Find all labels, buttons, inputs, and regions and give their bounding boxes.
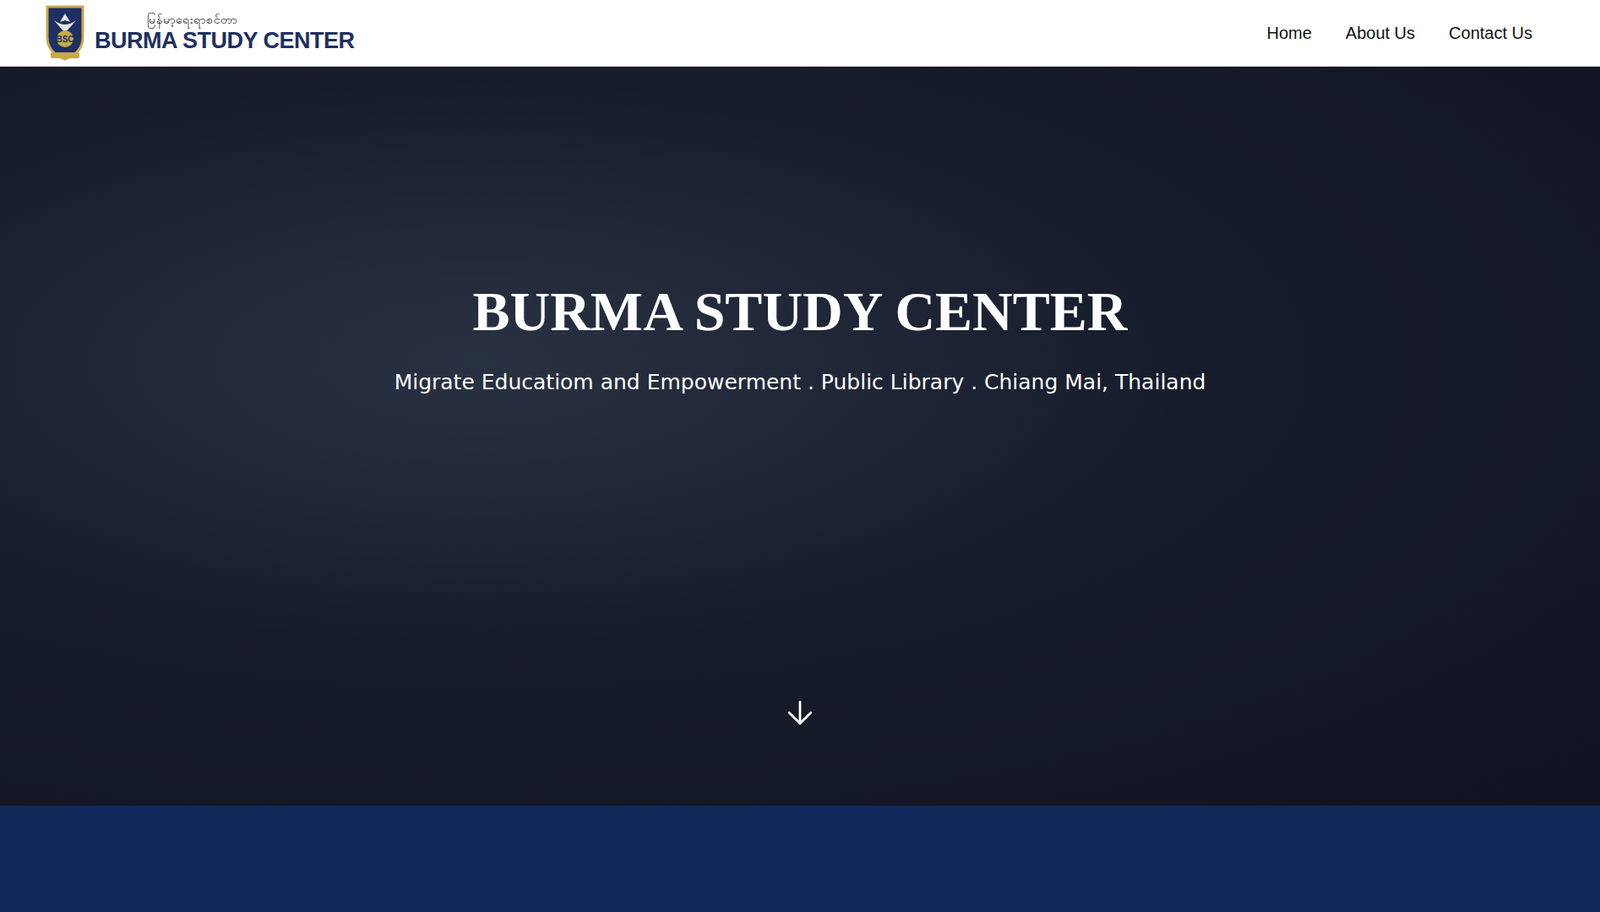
logo-text: မြန်မာ့ရေးရာစင်တာBURMA STUDY CENTER: [94, 11, 355, 55]
site-header: BSC မြန်မာ့ရေးရာစင်တာBURMA STUDY CENTER Ho…: [0, 0, 1600, 67]
nav-link[interactable]: Contact Us: [1448, 23, 1533, 44]
navy-section: [0, 805, 1600, 912]
nav-link[interactable]: About Us: [1345, 23, 1415, 44]
logo-native-name: မြန်မာ့ရေးရာစင်တာ: [146, 11, 238, 28]
scroll-down-button[interactable]: [781, 694, 819, 732]
hero-banner: BURMA STUDY CENTER Migrate Educatiom and …: [0, 66, 1600, 806]
arrow-down-icon: [781, 694, 819, 732]
svg-text:BSC: BSC: [55, 34, 74, 44]
hero-title: BURMA STUDY CENTER: [473, 277, 1128, 346]
logo-name: BURMA STUDY CENTER: [94, 27, 355, 55]
nav-link[interactable]: Home: [1266, 23, 1312, 44]
main-nav: Home About Us Contact Us: [1266, 23, 1533, 44]
hero-subtitle: Migrate Educatiom and Empowerment . Publ…: [394, 367, 1207, 398]
shield-logo-icon: BSC: [43, 3, 87, 63]
site-logo[interactable]: BSC မြန်မာ့ရေးရာစင်တာBURMA STUDY CENTER: [43, 3, 355, 63]
page: BSCမြန်မာ့ရေးရာစင်တာBURMA STUDY CENTERHo…: [0, 0, 1600, 912]
